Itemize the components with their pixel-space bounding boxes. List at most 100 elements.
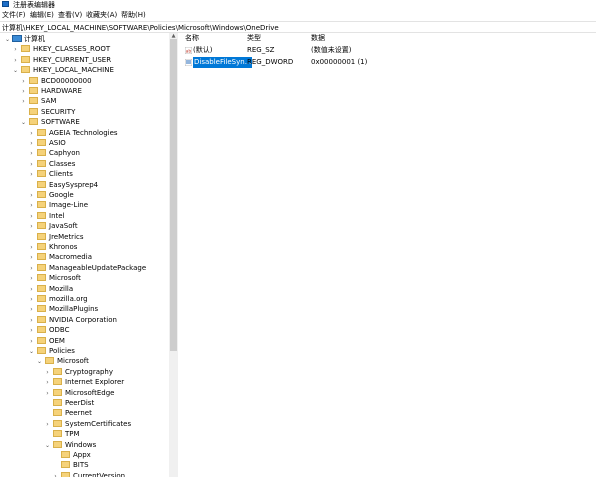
tree-node[interactable]: › SystemCertificates — [44, 419, 131, 429]
tree-node[interactable]: Appx — [52, 450, 91, 460]
tree-node[interactable]: ⌄ Policies — [28, 346, 75, 356]
tree-node[interactable]: › SAM — [20, 96, 56, 106]
tree-node[interactable]: › ASIO — [28, 138, 66, 148]
tree-node-label: HKEY_LOCAL_MACHINE — [33, 66, 114, 75]
tree-node-label: AGEIA Technologies — [49, 128, 118, 137]
folder-icon — [29, 118, 38, 126]
tree-node[interactable]: › Image-Line — [28, 200, 88, 210]
folder-icon — [37, 139, 46, 146]
chevron-down-icon[interactable]: ⌄ — [20, 118, 27, 128]
tree-node[interactable]: › BCD00000000 — [20, 76, 92, 86]
tree-node-label: JavaSoft — [49, 222, 78, 231]
chevron-down-icon[interactable]: ⌄ — [36, 357, 43, 367]
tree-node[interactable]: › Khronos — [28, 242, 77, 252]
folder-icon — [37, 243, 46, 250]
tree-node-label: SAM — [41, 97, 57, 106]
tree-node[interactable]: › AGEIA Technologies — [28, 128, 118, 138]
tree-node-label: Mozilla — [49, 284, 74, 293]
svg-text:ab: ab — [186, 48, 192, 54]
tree-node-label: Clients — [49, 170, 73, 179]
tree-node[interactable]: › ODBC — [28, 325, 69, 335]
folder-icon — [29, 107, 38, 115]
scroll-thumb[interactable] — [170, 39, 177, 351]
value-row-selected[interactable]: DisableFileSyn... REG_DWORD 0x00000001 (… — [179, 57, 596, 68]
tree-node[interactable]: › Macromedia — [28, 252, 92, 262]
tree-node[interactable]: › Classes — [28, 159, 75, 169]
menu-favorites[interactable]: 收藏夹(A) — [86, 11, 117, 20]
column-data-header[interactable]: 数据 — [311, 34, 325, 43]
folder-icon — [29, 97, 38, 105]
tree-node[interactable]: › mozilla.org — [28, 294, 88, 304]
menu-edit[interactable]: 编辑(E) — [30, 11, 54, 20]
tree-node[interactable]: › OEM — [28, 336, 65, 346]
chevron-down-icon[interactable]: ⌄ — [4, 35, 11, 45]
key-tree: ⌄ 计算机 › HKEY_CLASSES_ROOT › HKEY_CURRENT_USER… — [0, 33, 178, 477]
column-name-header[interactable]: 名称 — [185, 34, 199, 43]
title-bar: 注册表编辑器 — [0, 0, 596, 10]
tree-node[interactable]: TPM — [44, 429, 80, 439]
tree-node[interactable]: › Mozilla — [28, 284, 73, 294]
tree-node[interactable]: › ManageableUpdatePackage — [28, 263, 146, 273]
value-row[interactable]: ab (默认) REG_SZ (数值未设置) — [179, 45, 596, 56]
folder-icon — [21, 45, 30, 53]
tree-node[interactable]: Peernet — [44, 408, 92, 418]
tree-node-label: Caphyon — [49, 149, 80, 158]
chevron-down-icon[interactable]: ⌄ — [44, 441, 51, 451]
tree-node[interactable]: ⌄ Microsoft — [36, 356, 89, 366]
folder-icon — [37, 159, 46, 167]
folder-icon — [37, 305, 46, 313]
tree-node[interactable]: › MicrosoftEdge — [44, 388, 114, 398]
chevron-down-icon[interactable]: ⌄ — [12, 66, 19, 76]
folder-icon — [37, 180, 46, 188]
chevron-down-icon[interactable]: ⌄ — [28, 347, 35, 357]
computer-icon — [12, 35, 22, 42]
tree-node[interactable]: ⌄ 计算机 — [4, 34, 45, 44]
value-name: DisableFileSyn... — [193, 57, 253, 68]
folder-icon — [53, 367, 62, 375]
folder-icon — [37, 295, 46, 302]
tree-node[interactable]: ⌄ HKEY_LOCAL_MACHINE — [12, 65, 114, 75]
menu-view[interactable]: 查看(V) — [58, 11, 82, 20]
tree-node[interactable]: EasySysprep4 — [28, 180, 98, 190]
address-path[interactable]: 计算机\HKEY_LOCAL_MACHINE\SOFTWARE\Policies… — [2, 23, 279, 33]
tree-node[interactable]: › Internet Explorer — [44, 377, 124, 387]
tree-node[interactable]: ⌄ Windows — [44, 440, 96, 450]
folder-icon — [61, 461, 70, 469]
tree-node[interactable]: › NVIDIA Corporation — [28, 315, 117, 325]
menu-help[interactable]: 帮助(H) — [121, 11, 146, 20]
menu-file[interactable]: 文件(F) — [2, 11, 26, 20]
tree-node[interactable]: SECURITY — [20, 107, 75, 117]
tree-node[interactable]: › HKEY_CURRENT_USER — [12, 55, 111, 65]
tree-node-label: MozillaPlugins — [49, 305, 99, 314]
folder-icon — [37, 326, 46, 334]
chevron-right-icon[interactable]: › — [52, 472, 59, 477]
tree-node-label: ASIO — [49, 139, 66, 147]
folder-icon — [37, 222, 46, 230]
tree-node[interactable]: › Cryptography — [44, 367, 113, 377]
tree-node[interactable]: JreMetrics — [28, 232, 84, 242]
tree-node[interactable]: › Caphyon — [28, 148, 80, 158]
tree-node[interactable]: › Clients — [28, 169, 73, 179]
tree-node[interactable]: › Google — [28, 190, 74, 200]
tree-node[interactable]: BITS — [52, 460, 89, 470]
tree-node-label: SECURITY — [41, 107, 76, 116]
folder-icon — [37, 263, 46, 271]
folder-icon — [37, 284, 46, 292]
tree-node[interactable]: › HARDWARE — [20, 86, 82, 96]
tree-node[interactable]: › MozillaPlugins — [28, 304, 98, 314]
folder-icon — [53, 399, 62, 406]
address-bar[interactable]: 计算机\HKEY_LOCAL_MACHINE\SOFTWARE\Policies… — [0, 21, 596, 33]
tree-node[interactable]: › HKEY_CLASSES_ROOT — [12, 44, 110, 54]
tree-scrollbar[interactable]: ▲ — [169, 33, 178, 477]
column-type-header[interactable]: 类型 — [247, 34, 261, 43]
folder-icon — [53, 388, 62, 396]
folder-icon — [61, 471, 70, 477]
folder-icon — [53, 419, 62, 427]
tree-node[interactable]: › Microsoft — [28, 273, 81, 283]
tree-node[interactable]: PeerDist — [44, 398, 94, 408]
tree-node[interactable]: › CurrentVersion — [52, 471, 125, 477]
tree-node-label: Policies — [49, 347, 75, 355]
tree-node[interactable]: › JavaSoft — [28, 221, 78, 231]
tree-node[interactable]: ⌄ SOFTWARE — [20, 117, 80, 127]
tree-node[interactable]: › Intel — [28, 211, 65, 221]
